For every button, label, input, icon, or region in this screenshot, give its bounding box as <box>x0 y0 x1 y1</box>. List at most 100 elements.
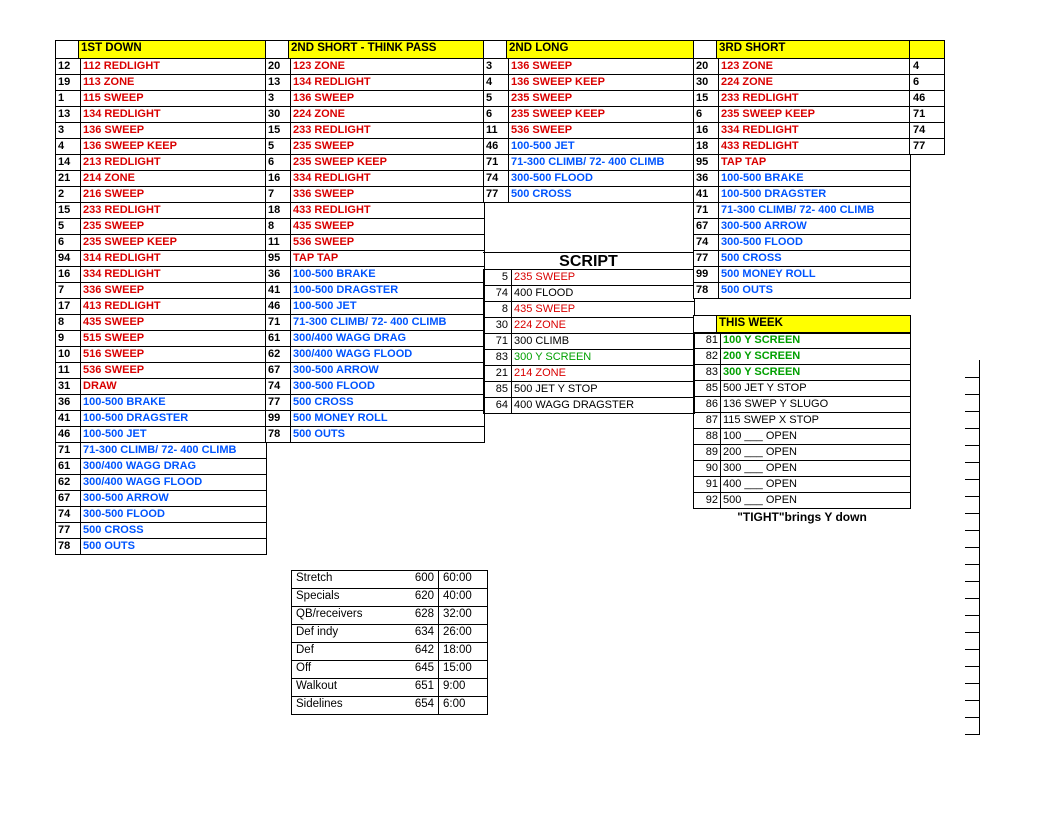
play-name: 300-500 FLOOD <box>81 507 266 522</box>
play-row: 16334 REDLIGHT <box>693 122 911 139</box>
script-play: 224 ZONE <box>511 317 695 334</box>
play-number: 46 <box>56 427 81 442</box>
play-row: 67300-500 ARROW <box>693 218 911 235</box>
play-name: 435 SWEEP <box>81 315 266 330</box>
play-row: 13134 REDLIGHT <box>55 106 267 123</box>
schedule-row: QB/receivers62832:00 <box>292 607 487 625</box>
col2-header: 2ND SHORT - THINK PASS <box>265 40 485 59</box>
right-tick-marks <box>965 360 980 734</box>
play-row: 11536 SWEEP <box>55 362 267 379</box>
script-row: 64400 WAGG DRAGSTER <box>483 397 695 414</box>
thisweek-number: 83 <box>693 364 721 381</box>
thisweek-number: 81 <box>693 332 721 349</box>
thisweek-play: 200 Y SCREEN <box>720 348 911 365</box>
play-name: 100-500 BRAKE <box>291 267 484 282</box>
play-number: 7 <box>266 187 291 202</box>
play-row: 7336 SWEEP <box>55 282 267 299</box>
play-row: 61300/400 WAGG DRAG <box>55 458 267 475</box>
play-name: 500 MONEY ROLL <box>291 411 484 426</box>
schedule-name: QB/receivers <box>292 607 400 624</box>
schedule-name: Off <box>292 661 400 678</box>
thisweek-row: 91400 ___ OPEN <box>693 476 911 493</box>
play-name: 224 ZONE <box>719 75 910 90</box>
thisweek-number: 90 <box>693 460 721 477</box>
play-row: 36100-500 BRAKE <box>693 170 911 187</box>
play-name: 123 ZONE <box>291 59 484 74</box>
play-row: 4136 SWEEP KEEP <box>55 138 267 155</box>
play-name: 413 REDLIGHT <box>81 299 266 314</box>
play-number: 3 <box>56 123 81 138</box>
thisweek-play: 300 ___ OPEN <box>720 460 911 477</box>
play-number: 9 <box>56 331 81 346</box>
script-number: 21 <box>483 365 512 382</box>
play-number: 62 <box>56 475 81 490</box>
play-name: 136 SWEEP <box>291 91 484 106</box>
schedule-num: 654 <box>400 697 438 714</box>
play-number: 74 <box>56 507 81 522</box>
play-number: 74 <box>484 171 509 186</box>
this-week-block: THIS WEEK 81100 Y SCREEN82200 Y SCREEN83… <box>693 315 911 525</box>
play-number: 5 <box>56 219 81 234</box>
play-name: 300-500 FLOOD <box>719 235 910 250</box>
script-play: 435 SWEEP <box>511 301 695 318</box>
script-play: 235 SWEEP <box>511 269 695 286</box>
play-number: 7 <box>56 283 81 298</box>
play-number: 20 <box>266 59 291 74</box>
column-2nd-long: 2ND LONG 3136 SWEEP4136 SWEEP KEEP5235 S… <box>483 40 695 413</box>
play-name: 516 SWEEP <box>81 347 266 362</box>
col5-number: 4 <box>909 58 945 75</box>
script-row: 83300 Y SCREEN <box>483 349 695 366</box>
play-row: 74300-500 FLOOD <box>693 234 911 251</box>
script-play: 214 ZONE <box>511 365 695 382</box>
play-row: 2216 SWEEP <box>55 186 267 203</box>
play-number: 71 <box>694 203 719 218</box>
schedule-num: 600 <box>400 571 438 588</box>
play-name: 300/400 WAGG FLOOD <box>81 475 266 490</box>
thisweek-row: 87115 SWEP X STOP <box>693 412 911 429</box>
thisweek-number: 89 <box>693 444 721 461</box>
play-number: 8 <box>56 315 81 330</box>
play-name: 233 REDLIGHT <box>719 91 910 106</box>
play-row: 7171-300 CLIMB/ 72- 400 CLIMB <box>693 202 911 219</box>
play-number: 6 <box>56 235 81 250</box>
play-number: 95 <box>694 155 719 170</box>
schedule-name: Sidelines <box>292 697 400 714</box>
play-row: 46100-500 JET <box>265 298 485 315</box>
play-row: 62300/400 WAGG FLOOD <box>55 474 267 491</box>
play-number: 41 <box>694 187 719 202</box>
play-row: 20123 ZONE <box>693 58 911 75</box>
play-name: 435 SWEEP <box>291 219 484 234</box>
schedule-num: 634 <box>400 625 438 642</box>
play-row: 77500 CROSS <box>265 394 485 411</box>
col1-header-label: 1ST DOWN <box>79 41 266 58</box>
play-number: 30 <box>694 75 719 90</box>
play-row: 99500 MONEY ROLL <box>265 410 485 427</box>
script-header: SCRIPT <box>483 252 695 270</box>
play-row: 7171-300 CLIMB/ 72- 400 CLIMB <box>55 442 267 459</box>
thisweek-play: 200 ___ OPEN <box>720 444 911 461</box>
play-name: 123 ZONE <box>719 59 910 74</box>
play-name: 433 REDLIGHT <box>719 139 910 154</box>
thisweek-number: 92 <box>693 492 721 509</box>
play-row: 36100-500 BRAKE <box>55 394 267 411</box>
schedule-name: Specials <box>292 589 400 606</box>
column-2nd-short: 2ND SHORT - THINK PASS 20123 ZONE13134 R… <box>265 40 485 442</box>
play-row: 18433 REDLIGHT <box>265 202 485 219</box>
schedule-name: Stretch <box>292 571 400 588</box>
play-row: 46100-500 JET <box>483 138 695 155</box>
play-number: 6 <box>484 107 509 122</box>
schedule-row: Sidelines6546:00 <box>292 697 487 714</box>
col2-header-label: 2ND SHORT - THINK PASS <box>289 41 484 58</box>
play-number: 14 <box>56 155 81 170</box>
thisweek-row: 85500 JET Y STOP <box>693 380 911 397</box>
play-number: 77 <box>266 395 291 410</box>
col3-header: 2ND LONG <box>483 40 695 59</box>
play-row: 74300-500 FLOOD <box>483 170 695 187</box>
play-row: 6235 SWEEP KEEP <box>55 234 267 251</box>
thisweek-header-label: THIS WEEK <box>717 316 910 333</box>
play-row: 41100-500 DRAGSTER <box>265 282 485 299</box>
play-row: 77500 CROSS <box>55 522 267 539</box>
play-name: 500 CROSS <box>81 523 266 538</box>
col5-number: 46 <box>909 90 945 107</box>
play-number: 10 <box>56 347 81 362</box>
